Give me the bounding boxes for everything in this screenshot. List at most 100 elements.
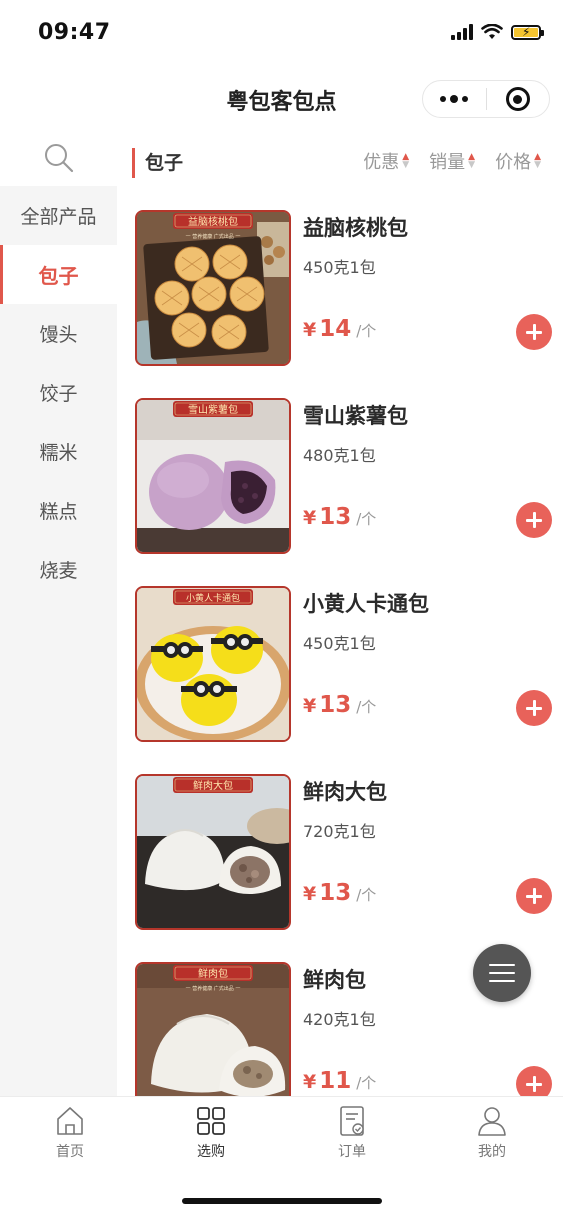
content-header: 包子 优惠 ▲ ▼ 销量 ▲ ▼ 价格 ▲ ▼ [117,130,563,196]
mini-program-capsule [422,80,550,118]
order-icon [340,1106,364,1136]
product-price: ¥ 13 /个 [303,504,376,530]
search-icon [44,144,73,173]
product-image[interactable]: 雪山紫薯包 [135,398,291,554]
sort-discount[interactable]: 优惠 ▲ ▼ [363,148,409,174]
tab-orders[interactable]: 订单 [302,1105,402,1161]
sidebar-item-jiaozi[interactable]: 饺子 [0,363,117,422]
add-to-cart-button[interactable] [516,1066,552,1096]
add-to-cart-button[interactable] [516,314,552,350]
product-spec: 450克1包 [303,634,376,653]
product-item[interactable]: 益脑核桃包 一 营养健康 广式出品 一 益脑核桃包 450克1包 ¥ 14 /个 [117,196,563,384]
product-spec: 420克1包 [303,1010,376,1029]
sort-label: 销量 [429,152,466,173]
tab-label: 选购 [197,1144,225,1160]
price-currency: ¥ [303,1071,317,1093]
product-item[interactable]: 鲜肉大包 鲜肉大包 720克1包 ¥ 13 /个 [117,760,563,948]
status-icons: ⚡ [451,24,544,40]
price-value: 11 [319,1068,352,1094]
product-name: 鲜肉包 [303,968,366,992]
add-to-cart-button[interactable] [516,878,552,914]
tab-label: 订单 [338,1144,366,1160]
product-price: ¥ 14 /个 [303,316,376,342]
product-image[interactable]: 益脑核桃包 一 营养健康 广式出品 一 [135,210,291,366]
product-spec: 720克1包 [303,822,376,841]
sidebar-item-mantou[interactable]: 馒头 [0,304,117,363]
price-value: 14 [319,316,352,342]
user-icon [478,1107,506,1136]
tab-home[interactable]: 首页 [20,1105,120,1161]
menu-line [489,980,515,982]
product-item[interactable]: 雪山紫薯包 雪山紫薯包 480克1包 ¥ 13 /个 [117,384,563,572]
sidebar-item-label: 饺子 [39,383,78,405]
close-miniprogram-button[interactable] [486,81,549,117]
product-image[interactable]: 鲜肉包 一 营养健康 广式出品 一 [135,962,291,1096]
product-price: ¥ 11 /个 [303,1068,376,1094]
sort-label: 价格 [495,152,532,173]
product-image-subtitle: 一 营养健康 广式出品 一 [186,233,241,240]
price-value: 13 [319,504,352,530]
product-price: ¥ 13 /个 [303,692,376,718]
product-spec: 450克1包 [303,258,376,277]
product-image-label: 小黄人卡通包 [186,592,240,604]
sort-options: 优惠 ▲ ▼ 销量 ▲ ▼ 价格 ▲ ▼ [363,148,541,174]
product-image-label: 鲜肉大包 [193,779,233,792]
tab-label: 首页 [56,1144,84,1160]
price-value: 13 [319,692,352,718]
sort-sales[interactable]: 销量 ▲ ▼ [429,148,475,174]
price-currency: ¥ [303,507,317,529]
product-image-label: 益脑核桃包 [188,215,238,228]
target-icon [505,87,530,111]
tab-label: 我的 [478,1144,506,1160]
sort-arrows-icon: ▲ ▼ [468,152,476,170]
sidebar-item-nuomi[interactable]: 糯米 [0,422,117,481]
add-to-cart-button[interactable] [516,690,552,726]
sidebar-item-label: 糯米 [39,442,78,464]
price-currency: ¥ [303,319,317,341]
status-bar: 09:47 ⚡ [0,0,563,66]
sidebar-item-label: 全部产品 [20,206,97,228]
category-sidebar: 全部产品 包子 馒头 饺子 糯米 糕点 烧麦 [0,130,117,1096]
search-button[interactable] [0,130,117,186]
price-unit: /个 [356,886,377,904]
home-indicator [182,1198,382,1204]
sort-price[interactable]: 价格 ▲ ▼ [495,148,541,174]
more-options-button[interactable] [423,81,486,117]
sidebar-item-label: 糕点 [39,501,78,523]
add-to-cart-button[interactable] [516,502,552,538]
price-currency: ¥ [303,695,317,717]
sort-arrows-icon: ▲ ▼ [534,152,541,170]
price-value: 13 [319,880,352,906]
grid-icon [197,1107,225,1135]
menu-line [489,964,515,966]
price-unit: /个 [356,1074,377,1092]
signal-icon [451,24,473,40]
sidebar-item-shaomai[interactable]: 烧麦 [0,540,117,599]
product-name: 益脑核桃包 [303,216,408,240]
product-image-label: 鲜肉包 [198,967,228,980]
price-unit: /个 [356,322,377,340]
sidebar-item-gaodian[interactable]: 糕点 [0,481,117,540]
product-image-subtitle: 一 营养健康 广式出品 一 [186,985,241,992]
product-name: 雪山紫薯包 [303,404,408,428]
product-name: 小黄人卡通包 [303,592,429,616]
sidebar-item-label: 馒头 [39,324,78,346]
menu-line [489,972,515,974]
product-name: 鲜肉大包 [303,780,387,804]
product-image[interactable]: 小黄人卡通包 [135,586,291,742]
battery-icon: ⚡ [511,24,544,40]
sort-label: 优惠 [363,152,400,173]
home-icon [57,1107,83,1135]
tab-shop[interactable]: 选购 [161,1105,261,1161]
floating-menu-button[interactable] [473,944,531,1002]
price-currency: ¥ [303,883,317,905]
sidebar-list: 全部产品 包子 馒头 饺子 糯米 糕点 烧麦 [0,186,117,599]
sidebar-item-label: 烧麦 [39,560,78,582]
sidebar-item-all[interactable]: 全部产品 [0,186,117,245]
product-spec: 480克1包 [303,446,376,465]
product-item[interactable]: 小黄人卡通包 小黄人卡通包 450克1包 ¥ 13 /个 [117,572,563,760]
wifi-icon [481,24,503,39]
sidebar-item-baozi[interactable]: 包子 [0,245,117,304]
product-image[interactable]: 鲜肉大包 [135,774,291,930]
tab-profile[interactable]: 我的 [442,1105,542,1161]
